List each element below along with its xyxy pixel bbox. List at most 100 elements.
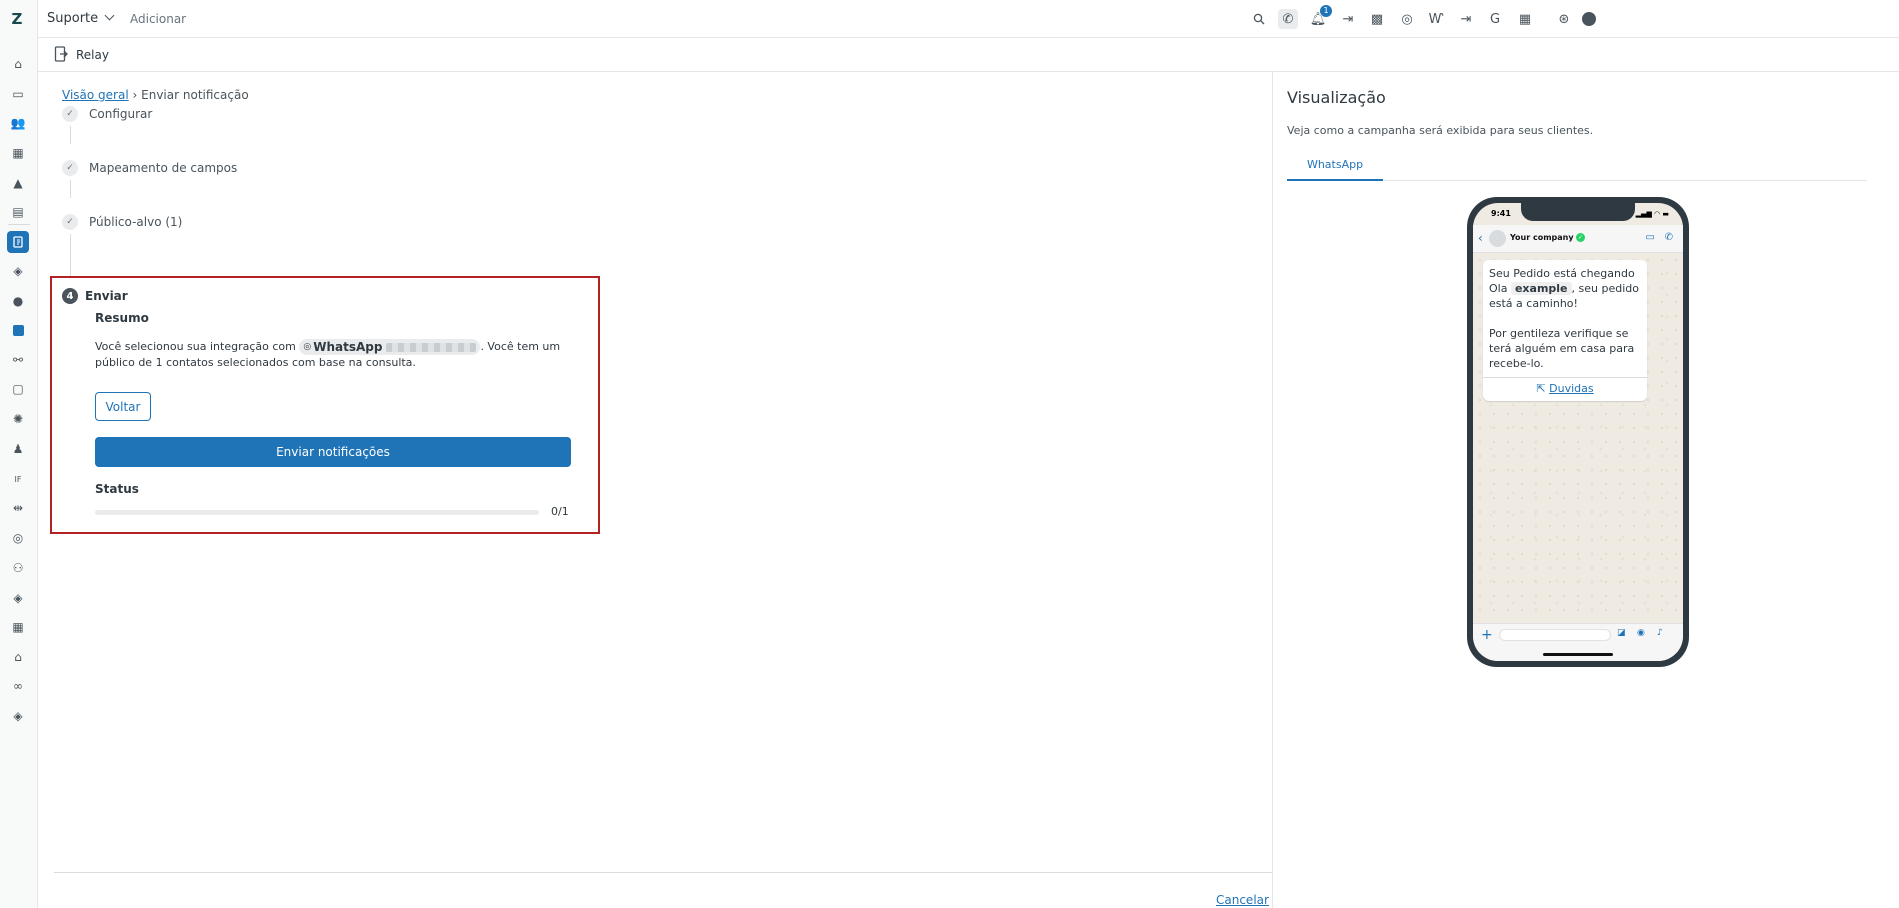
integration-pill: ◎ WhatsApp xyxy=(299,339,481,355)
main-content: Visão geral › Enviar notificação ✓ Confi… xyxy=(50,72,1272,908)
whatsapp-top-icon[interactable]: ◎ xyxy=(1397,9,1417,29)
profile-avatar[interactable] xyxy=(1579,9,1599,29)
calendar-icon[interactable]: ▦ xyxy=(7,616,29,638)
message-line: Seu Pedido está chegando xyxy=(1489,267,1635,280)
app-header: Relay xyxy=(38,38,1899,72)
support-icon[interactable]: ⊛ xyxy=(1554,9,1574,29)
message-text: Seu Pedido está chegando Ola example, se… xyxy=(1483,260,1647,375)
breadcrumb-link-overview[interactable]: Visão geral xyxy=(62,88,129,102)
connector-icon[interactable]: ⇹ xyxy=(7,497,29,519)
step-label: Mapeamento de campos xyxy=(89,161,238,175)
video-call-icon: ▭ xyxy=(1645,232,1655,243)
summary-prefix: Você selecionou sua integração com xyxy=(95,340,296,353)
camera-icon: ◉ xyxy=(1637,628,1645,638)
message-line: Por gentileza verifique se terá alguém e… xyxy=(1489,327,1635,370)
breadcrumb: Visão geral › Enviar notificação xyxy=(62,88,249,102)
summary-text: Você selecionou sua integração com ◎ What… xyxy=(95,339,565,371)
cancel-link[interactable]: Cancelar xyxy=(1216,893,1269,907)
progress-count: 0/1 xyxy=(551,505,569,518)
step-number: 4 xyxy=(62,288,78,304)
voice-call-icon: ✆ xyxy=(1664,232,1673,243)
cta-label: Duvidas xyxy=(1549,382,1594,395)
users-icon[interactable]: 👥 xyxy=(7,112,29,134)
step-mapeamento[interactable]: ✓ Mapeamento de campos xyxy=(62,160,237,176)
wave-app-icon[interactable]: Ⱳ xyxy=(1426,9,1446,29)
step-publico-alvo[interactable]: ✓ Público-alvo (1) xyxy=(62,214,182,230)
summary-title: Resumo xyxy=(95,311,149,325)
tab-whatsapp[interactable]: WhatsApp xyxy=(1287,155,1383,181)
send-step-title: Enviar xyxy=(85,289,128,303)
check-icon: ✓ xyxy=(62,106,78,122)
signin-app-icon[interactable]: ⇥ xyxy=(1338,9,1358,29)
sticker-icon: ◪ xyxy=(1617,628,1626,638)
reports-icon[interactable]: ▤ xyxy=(7,201,29,223)
message-bubble: Seu Pedido está chegando Ola example, se… xyxy=(1483,260,1647,401)
verified-check-icon: ✓ xyxy=(1576,233,1585,242)
cube-icon[interactable]: ◈ xyxy=(7,260,29,282)
check-icon: ✓ xyxy=(62,214,78,230)
phone-icon[interactable]: ✆ xyxy=(1278,9,1298,29)
step-connector xyxy=(70,234,71,276)
link-icon[interactable]: ∞ xyxy=(7,675,29,697)
breadcrumb-current: Enviar notificação xyxy=(141,88,249,102)
chevron-down-icon xyxy=(104,10,115,21)
whatsapp-app-icon[interactable]: ◎ xyxy=(7,527,29,549)
notifications-badge: 1 xyxy=(1320,5,1332,17)
step-label: Configurar xyxy=(89,107,153,121)
breadcrumb-separator: › xyxy=(132,88,138,102)
building-icon[interactable]: ▦ xyxy=(7,142,29,164)
microphone-icon: ♪ xyxy=(1657,628,1663,638)
cta-url-button: ⇱ Duvidas xyxy=(1483,378,1647,401)
home-indicator xyxy=(1543,653,1613,656)
blue-app-icon[interactable] xyxy=(7,319,29,341)
shapes-icon[interactable]: ▲ xyxy=(7,172,29,194)
app-title: Relay xyxy=(76,48,109,62)
graduation-cap-icon[interactable]: ⌂ xyxy=(7,646,29,668)
grid-app-icon[interactable]: ▩ xyxy=(1367,9,1387,29)
binoculars-icon[interactable]: ⚯ xyxy=(7,349,29,371)
relay-icon xyxy=(54,46,68,66)
add-button[interactable]: Adicionar xyxy=(130,12,186,26)
progress-bar xyxy=(95,510,539,515)
notifications-bell-icon[interactable]: 🔔︎ 1 xyxy=(1308,5,1332,29)
nav-divider xyxy=(8,224,30,225)
back-button[interactable]: Voltar xyxy=(95,392,151,421)
login-app-icon[interactable]: ⇥ xyxy=(1456,9,1476,29)
calendar-top-icon[interactable]: ▦ xyxy=(1515,9,1535,29)
inbox-icon[interactable]: ▭ xyxy=(7,83,29,105)
phone-screen: 9:41 ▂▄▆ ◠ ▬ ‹ Your company ✓ ▭ ✆ Seu Pe… xyxy=(1473,203,1683,661)
whatsapp-icon: ◎ xyxy=(303,342,312,352)
message-greeting: Ola xyxy=(1489,282,1508,295)
sun-icon[interactable]: ✺ xyxy=(7,408,29,430)
product-switcher[interactable]: Suporte xyxy=(47,10,115,26)
dot-app-icon[interactable]: ● xyxy=(7,290,29,312)
phone-notch xyxy=(1521,203,1635,221)
integration-name: WhatsApp xyxy=(313,340,383,354)
team-icon[interactable]: ⚇ xyxy=(7,557,29,579)
if-app-icon[interactable]: IF xyxy=(7,468,29,490)
home-icon[interactable]: ⌂ xyxy=(7,53,29,75)
check-icon: ✓ xyxy=(62,160,78,176)
package-icon[interactable]: ◈ xyxy=(7,705,29,727)
chat-icon[interactable]: ▢ xyxy=(7,378,29,400)
g-app-icon[interactable]: G xyxy=(1485,9,1505,29)
person-icon[interactable]: ♟ xyxy=(7,438,29,460)
back-chevron-icon: ‹ xyxy=(1478,231,1483,245)
box-icon[interactable]: ◈ xyxy=(7,587,29,609)
message-variable: example xyxy=(1510,282,1572,295)
global-nav: Z ⌂ ▭ 👥 ▦ ▲ ▤ ◈ ● ⚯ ▢ ✺ ♟ IF ⇹ ◎ ⚇ ◈ ▦ ⌂… xyxy=(0,0,38,908)
send-notifications-button[interactable]: Enviar notificações xyxy=(95,437,571,467)
search-icon[interactable] xyxy=(1249,9,1269,29)
relay-app-icon[interactable] xyxy=(7,231,29,253)
company-name: Your company xyxy=(1510,233,1574,242)
footer-divider xyxy=(54,872,1272,873)
top-bar: Suporte Adicionar ✆ 🔔︎ 1 ⇥ ▩ ◎ Ⱳ ⇥ G ▦ ⊛ xyxy=(38,0,1899,38)
preview-panel: Visualização Veja como a campanha será e… xyxy=(1272,72,1899,908)
preview-title: Visualização xyxy=(1287,88,1386,107)
plus-icon: + xyxy=(1481,627,1493,643)
external-link-icon: ⇱ xyxy=(1536,382,1546,395)
zendesk-logo-icon[interactable]: Z xyxy=(9,11,25,27)
preview-subtitle: Veja como a campanha será exibida para s… xyxy=(1287,124,1594,137)
whatsapp-chat-header: ‹ Your company ✓ ▭ ✆ xyxy=(1473,225,1683,253)
step-configurar[interactable]: ✓ Configurar xyxy=(62,106,152,122)
